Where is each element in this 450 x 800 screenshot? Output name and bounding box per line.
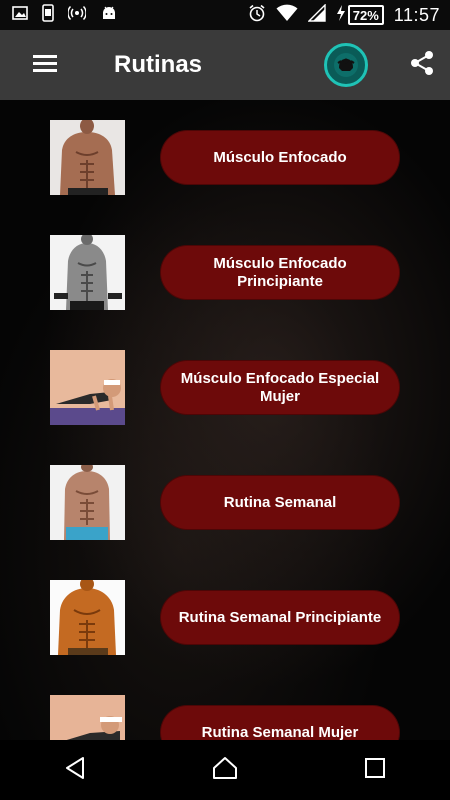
routines-list[interactable]: Músculo Enfocado Músculo Enfocado Princi… bbox=[0, 100, 450, 740]
routine-button[interactable]: Rutina Semanal bbox=[160, 475, 400, 530]
routine-label: Rutina Semanal Mujer bbox=[201, 723, 359, 741]
home-button[interactable] bbox=[190, 745, 260, 795]
routine-label: Músculo Enfocado Principiante bbox=[213, 254, 347, 290]
male-torso-photo[interactable] bbox=[50, 120, 125, 195]
male-abs-photo[interactable] bbox=[50, 465, 125, 540]
list-item: Músculo Enfocado Principiante bbox=[0, 215, 450, 330]
wifi-icon bbox=[276, 4, 298, 27]
list-item: Rutina Semanal Mujer bbox=[0, 675, 450, 740]
charging-icon bbox=[336, 4, 346, 26]
navigation-bar bbox=[0, 740, 450, 800]
back-button[interactable] bbox=[40, 745, 110, 795]
status-bar: 72% 11:57 bbox=[0, 0, 450, 30]
routine-button[interactable]: Músculo Enfocado Especial Mujer bbox=[160, 360, 400, 415]
menu-button[interactable] bbox=[10, 30, 80, 100]
routine-button[interactable]: Músculo Enfocado bbox=[160, 130, 400, 185]
recents-button[interactable] bbox=[340, 745, 410, 795]
app-bar: Rutinas bbox=[0, 30, 450, 100]
page-title: Rutinas bbox=[114, 51, 203, 78]
app-logo-icon[interactable] bbox=[324, 43, 368, 87]
routine-label: Músculo Enfocado Especial Mujer bbox=[180, 369, 380, 405]
back-icon bbox=[63, 756, 87, 785]
list-item: Rutina Semanal bbox=[0, 445, 450, 560]
signal-icon bbox=[307, 2, 326, 27]
male-tan-torso-photo[interactable] bbox=[50, 580, 125, 655]
routine-label: Rutina Semanal Principiante bbox=[178, 608, 382, 626]
female-exercise-photo[interactable] bbox=[50, 695, 125, 740]
phone-icon bbox=[42, 3, 54, 27]
list-item: Rutina Semanal Principiante bbox=[0, 560, 450, 675]
android-icon bbox=[100, 5, 118, 26]
list-item: Músculo Enfocado bbox=[0, 100, 450, 215]
male-bw-dumbbell-photo[interactable] bbox=[50, 235, 125, 310]
routine-label: Rutina Semanal bbox=[223, 493, 337, 511]
routine-button[interactable]: Rutina Semanal Mujer bbox=[160, 705, 400, 740]
recents-icon bbox=[364, 757, 386, 784]
hotspot-icon bbox=[67, 5, 87, 26]
home-icon bbox=[212, 756, 238, 785]
image-icon bbox=[12, 5, 28, 26]
routine-label: Músculo Enfocado bbox=[213, 148, 347, 166]
share-button[interactable] bbox=[402, 45, 442, 85]
battery-percent: 72% bbox=[347, 5, 384, 25]
hamburger-icon bbox=[32, 53, 58, 78]
female-pushup-photo[interactable] bbox=[50, 350, 125, 425]
status-time: 11:57 bbox=[393, 4, 440, 25]
alarm-icon bbox=[248, 4, 266, 27]
routine-button[interactable]: Músculo Enfocado Principiante bbox=[160, 245, 400, 300]
routine-button[interactable]: Rutina Semanal Principiante bbox=[160, 590, 400, 645]
share-icon bbox=[410, 50, 434, 81]
battery-indicator: 72% bbox=[336, 4, 384, 26]
list-item: Músculo Enfocado Especial Mujer bbox=[0, 330, 450, 445]
